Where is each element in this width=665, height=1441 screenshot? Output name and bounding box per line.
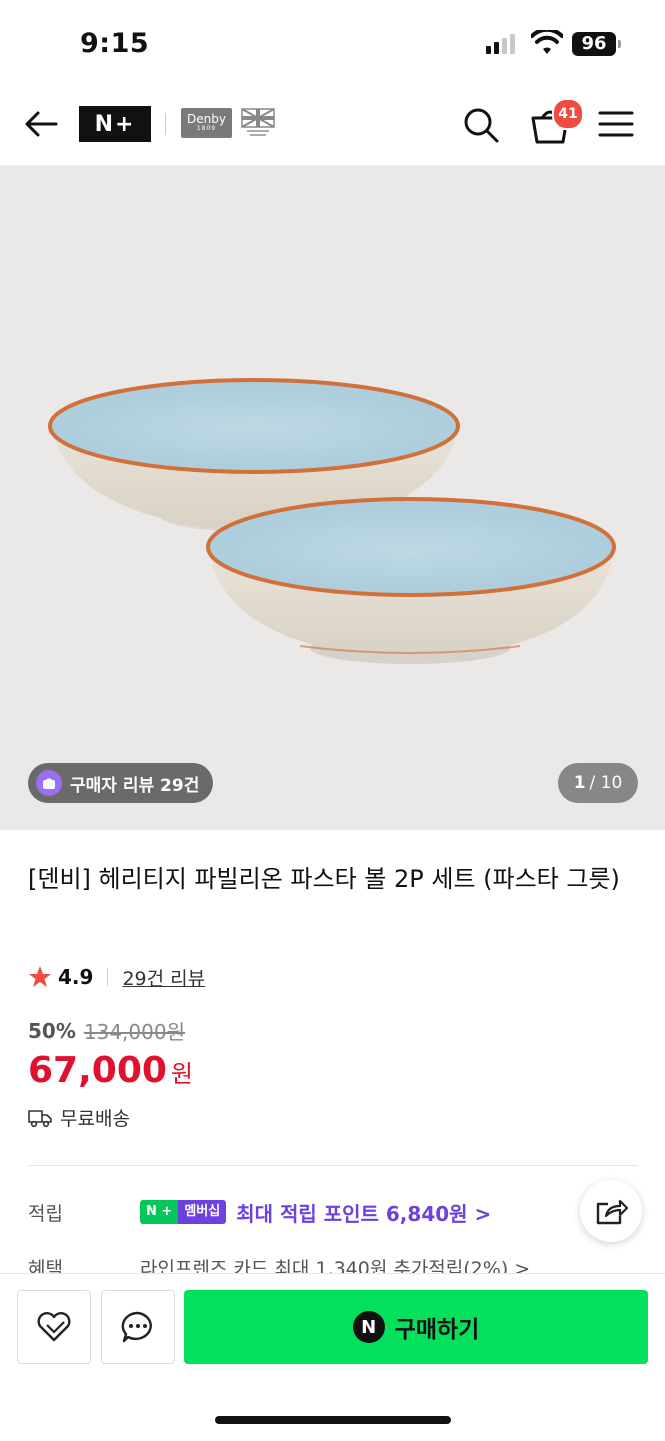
truck-icon <box>28 1109 52 1127</box>
product-image <box>48 378 616 664</box>
review-count-link[interactable]: 29건 리뷰 <box>122 964 205 991</box>
buyer-review-chip[interactable]: 구매자 리뷰 29건 <box>28 763 214 803</box>
wishlist-button[interactable] <box>17 1290 91 1364</box>
back-arrow-icon[interactable] <box>22 108 60 140</box>
membership-badge: N + 멤버십 <box>140 1200 227 1224</box>
buy-button[interactable]: N 구매하기 <box>184 1290 648 1364</box>
product-title: [덴비] 헤리티지 파빌리온 파스타 볼 2P 세트 (파스타 그릇) <box>28 865 620 893</box>
buyer-review-label: 구매자 리뷰 29건 <box>70 775 200 796</box>
npay-logo-icon: N <box>352 1311 385 1343</box>
cellular-signal-icon <box>486 32 515 54</box>
app-header: N+ Denby 1809 41 <box>0 88 665 166</box>
price-unit: 원 <box>170 1060 194 1088</box>
wifi-icon <box>531 30 563 54</box>
rating-divider <box>107 968 109 986</box>
star-icon <box>29 966 51 987</box>
points-row[interactable]: 적립 N + 멤버십 최대 적립 포인트 6,840원 > <box>28 1195 628 1229</box>
uk-flag-icon <box>241 108 275 136</box>
image-page-indicator: 1 / 10 <box>558 763 638 803</box>
chat-bubble-icon <box>121 1311 152 1343</box>
battery-indicator: 96 <box>572 32 616 56</box>
heart-icon <box>37 1312 71 1342</box>
share-icon <box>596 1199 628 1225</box>
page-total: / 10 <box>589 773 623 793</box>
partner-logo[interactable]: Denby 1809 <box>181 108 232 138</box>
discount-percent: 50% <box>28 1018 76 1043</box>
price-amount: 67,000 <box>28 1050 167 1091</box>
rating-row: 4.9 29건 리뷰 <box>28 962 205 992</box>
talk-talk-button[interactable] <box>101 1290 175 1364</box>
product-info: [덴비] 헤리티지 파빌리온 파스타 볼 2P 세트 (파스타 그릇) <box>28 860 638 898</box>
section-divider <box>28 1165 638 1166</box>
membership-badge-label: 멤버십 <box>178 1200 227 1224</box>
brand-logo[interactable]: N+ <box>79 106 151 142</box>
product-image-gallery[interactable]: 구매자 리뷰 29건 1 / 10 <box>0 166 665 830</box>
partner-logo-year: 1809 <box>196 125 217 133</box>
shipping-row: 무료배송 <box>28 1104 130 1131</box>
header-divider <box>165 113 166 135</box>
menu-icon[interactable] <box>598 108 634 140</box>
membership-badge-n: N + <box>140 1200 179 1224</box>
battery-tip <box>618 40 621 48</box>
max-points-text: 최대 적립 포인트 6,840원 > <box>236 1201 492 1226</box>
cart-count-badge: 41 <box>552 98 584 130</box>
shopping-bag-icon <box>36 770 62 796</box>
status-time: 9:15 <box>80 28 150 59</box>
discount-row: 50% 134,000원 <box>28 1016 185 1045</box>
buy-button-label: 구매하기 <box>394 1317 480 1343</box>
share-button[interactable] <box>580 1180 642 1242</box>
original-price: 134,000원 <box>83 1020 185 1044</box>
sale-price: 67,000 원 <box>28 1050 193 1091</box>
shipping-text: 무료배송 <box>60 1108 130 1130</box>
search-icon[interactable] <box>462 106 500 144</box>
home-indicator <box>215 1416 451 1424</box>
status-bar: 9:15 96 <box>0 0 665 88</box>
rating-score: 4.9 <box>58 965 94 989</box>
points-label: 적립 <box>28 1202 63 1225</box>
page-current: 1 <box>573 773 586 793</box>
